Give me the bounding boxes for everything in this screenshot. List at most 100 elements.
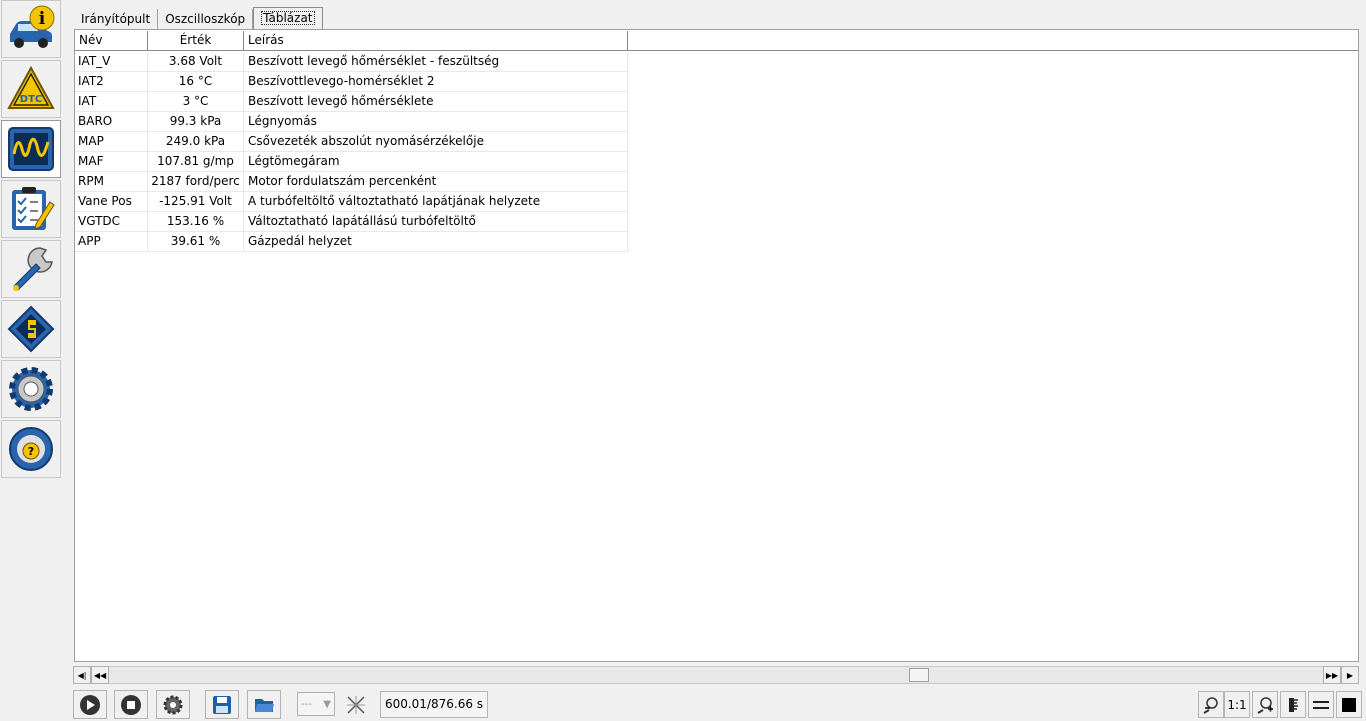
channel-select-value: --- <box>301 698 312 710</box>
table-row[interactable]: BARO 99.3 kPa Légnyomás <box>75 112 628 132</box>
cell-name: BARO <box>75 112 148 132</box>
cell-description: Beszívottlevego-homérséklet 2 <box>244 72 628 92</box>
cell-description: Beszívott levegő hőmérséklete <box>244 92 628 112</box>
grid-lines-button[interactable] <box>1308 691 1334 718</box>
help-steering-icon: ? <box>9 427 53 471</box>
zoom-out-button[interactable] <box>1198 691 1224 718</box>
tab-label: Irányítópult <box>81 12 151 26</box>
cell-name: MAP <box>75 132 148 152</box>
cell-description: Csővezeték abszolút nyomásérzékelője <box>244 132 628 152</box>
oscilloscope-icon <box>8 127 54 171</box>
open-folder-button[interactable] <box>247 690 281 719</box>
fill-toggle-button[interactable] <box>1336 691 1362 718</box>
stop-icon <box>121 694 141 715</box>
tab-table[interactable]: Táblázat <box>253 7 323 30</box>
settings-button[interactable] <box>156 690 190 719</box>
sidebar-item-ecu[interactable] <box>1 300 61 358</box>
column-header-description[interactable]: Leírás <box>244 31 628 51</box>
settings-gear-icon <box>9 367 53 411</box>
zoom-reset-button[interactable]: 1:1 <box>1224 691 1250 718</box>
tab-bar: Irányítópult Oszcilloszkóp Táblázat <box>74 6 323 30</box>
table-row[interactable]: Vane Pos -125.91 Volt A turbófeltöltő vált… <box>75 192 628 212</box>
tab-dashboard[interactable]: Irányítópult <box>74 9 159 29</box>
svg-text:i: i <box>39 9 46 29</box>
cell-description: Változtatható lapátállású turbófeltöltő <box>244 212 628 232</box>
cell-value: 16 °C <box>148 72 244 92</box>
cell-description: Motor fordulatszám percenként <box>244 172 628 192</box>
forward-to-end-icon: ▶ <box>1346 670 1354 680</box>
cell-value: 249.0 kPa <box>148 132 244 152</box>
sidebar-item-vehicle-info[interactable]: i <box>1 0 61 58</box>
column-header-name[interactable]: Név <box>75 31 148 51</box>
checklist-icon <box>12 187 55 230</box>
sidebar-item-settings[interactable] <box>1 360 61 418</box>
cell-value: -125.91 Volt <box>148 192 244 212</box>
svg-text:DTC: DTC <box>20 94 42 105</box>
ruler-button[interactable] <box>1280 691 1306 718</box>
table-row[interactable]: VGTDC 153.16 % Változtatható lapátállású t… <box>75 212 628 232</box>
cell-value: 39.61 % <box>148 232 244 252</box>
table-row[interactable]: MAF 107.81 g/mp Légtömegáram <box>75 152 628 172</box>
cell-name: IAT <box>75 92 148 112</box>
sidebar-item-service[interactable] <box>1 240 61 298</box>
rewind-to-start-icon: ◀| <box>77 670 87 680</box>
cell-name: RPM <box>75 172 148 192</box>
zoom-ratio-label: 1:1 <box>1227 697 1247 712</box>
filled-square-icon <box>1342 697 1356 712</box>
cell-name: Vane Pos <box>75 192 148 212</box>
play-button[interactable] <box>73 690 107 719</box>
step-back-button[interactable]: ◀◀ <box>91 666 109 684</box>
channel-select[interactable]: --- ▼ <box>297 692 335 716</box>
time-readout: 600.01/876.66 s <box>380 691 488 718</box>
jump-start-button[interactable]: ◀| <box>73 666 91 684</box>
table-panel: Név Érték Leírás IAT_V 3.68 Volt Beszívott… <box>74 29 1359 662</box>
table-row[interactable]: IAT_V 3.68 Volt Beszívott levegő hőmérsékl… <box>75 52 628 72</box>
save-button[interactable] <box>205 690 239 719</box>
column-header-filler <box>628 31 1358 51</box>
tab-label: Táblázat <box>261 11 315 25</box>
cell-value: 107.81 g/mp <box>148 152 244 172</box>
zoom-in-button[interactable] <box>1252 691 1278 718</box>
table-row[interactable]: IAT 3 °C Beszívott levegő hőmérséklete <box>75 92 628 112</box>
zoom-in-icon <box>1257 696 1273 714</box>
crossed-cursor-icon <box>347 695 365 714</box>
horizontal-lines-icon <box>1313 700 1329 709</box>
column-header-value[interactable]: Érték <box>148 31 244 51</box>
cell-value: 2187 ford/perc <box>148 172 244 192</box>
cell-value: 99.3 kPa <box>148 112 244 132</box>
wrench-icon <box>13 247 53 291</box>
table-row[interactable]: IAT2 16 °C Beszívottlevego-homérséklet 2 <box>75 72 628 92</box>
cell-name: IAT2 <box>75 72 148 92</box>
cell-value: 3 °C <box>148 92 244 112</box>
table-row[interactable]: RPM 2187 ford/perc Motor fordulatszám perc… <box>75 172 628 192</box>
table-row[interactable]: APP 39.61 % Gázpedál helyzet <box>75 232 628 252</box>
sidebar: i DTC ? <box>0 0 62 721</box>
cell-description: A turbófeltöltő változtatható lapátjának… <box>244 192 628 212</box>
cell-value: 3.68 Volt <box>148 52 244 72</box>
tab-oscilloscope[interactable]: Oszcilloszkóp <box>158 9 254 29</box>
timeline-scrollbar[interactable]: ◀| ◀◀ ▶▶ ▶ <box>73 666 1359 684</box>
cell-description: Beszívott levegő hőmérséklet - feszültsé… <box>244 52 628 72</box>
scrollbar-track[interactable] <box>109 666 1323 684</box>
bottom-toolbar: --- ▼ 600.01/876.66 s 1:1 <box>70 688 1366 721</box>
table-body: IAT_V 3.68 Volt Beszívott levegő hőmérsékl… <box>75 52 628 252</box>
sidebar-item-dtc[interactable]: DTC <box>1 60 61 118</box>
sidebar-item-checklist[interactable] <box>1 180 61 238</box>
scrollbar-thumb[interactable] <box>909 668 929 682</box>
step-forward-button[interactable]: ▶▶ <box>1323 666 1341 684</box>
cell-name: VGTDC <box>75 212 148 232</box>
stop-button[interactable] <box>114 690 148 719</box>
chip-icon <box>7 305 55 353</box>
sidebar-item-help[interactable]: ? <box>1 420 61 478</box>
chevron-down-icon: ▼ <box>323 698 331 710</box>
cell-description: Légtömegáram <box>244 152 628 172</box>
ruler-icon <box>1289 697 1298 712</box>
jump-end-button[interactable]: ▶ <box>1341 666 1359 684</box>
sidebar-item-oscilloscope[interactable] <box>1 120 61 178</box>
cell-name: MAF <box>75 152 148 172</box>
floppy-disk-icon <box>213 695 231 714</box>
double-right-arrow-icon: ▶▶ <box>1325 670 1339 680</box>
table-row[interactable]: MAP 249.0 kPa Csővezeték abszolút nyomásér… <box>75 132 628 152</box>
cursor-toggle-button[interactable] <box>341 690 371 719</box>
play-icon <box>80 694 100 715</box>
